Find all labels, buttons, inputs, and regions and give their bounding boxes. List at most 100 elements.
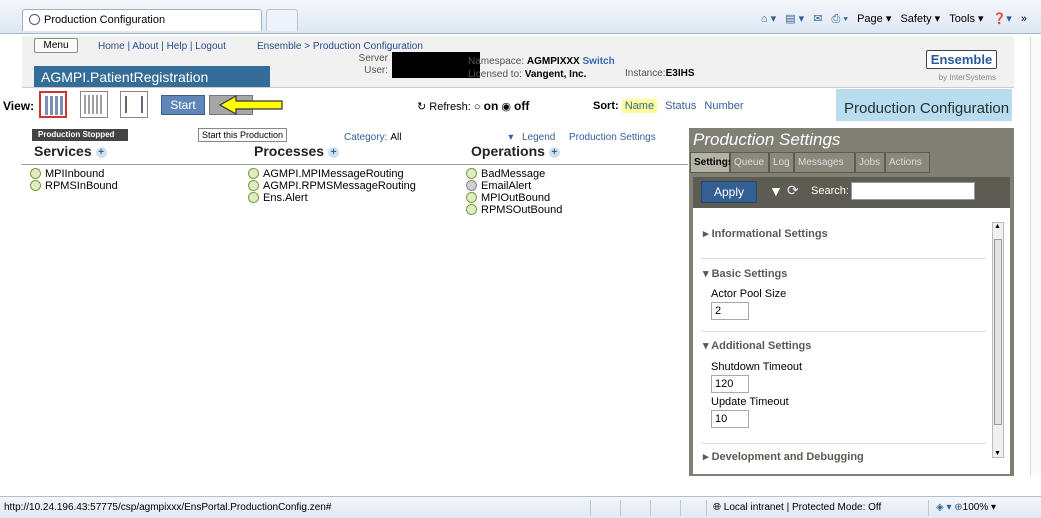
menu-button[interactable]: Menu <box>34 38 78 53</box>
refresh-settings-icon[interactable]: ⟳ <box>787 182 799 199</box>
status-dot-icon <box>466 180 477 191</box>
process-item[interactable]: AGMPI.RPMSMessageRouting <box>248 180 416 192</box>
sort-number-link[interactable]: Number <box>704 100 743 112</box>
settings-panel: Production Settings Settings Queue Log M… <box>689 128 1014 476</box>
actor-pool-size-field[interactable]: 2 <box>711 302 749 320</box>
production-status-badge: Production Stopped <box>32 129 128 141</box>
sort-status-link[interactable]: Status <box>665 100 696 112</box>
view-columns-icon[interactable] <box>39 91 67 118</box>
category-filter: Category: All ▾ <box>344 132 513 143</box>
new-tab-button[interactable] <box>266 9 298 31</box>
add-process-icon[interactable]: + <box>328 147 340 158</box>
instance-label: Instance: <box>625 68 666 79</box>
process-item[interactable]: AGMPI.MPIMessageRouting <box>248 168 404 180</box>
portal-header: Menu Home | About | Help | Logout Ensemb… <box>22 36 1014 88</box>
operation-item[interactable]: MPIOutBound <box>466 192 550 204</box>
licensed-value: Vangent, Inc. <box>524 69 587 80</box>
status-dot-icon <box>466 204 477 215</box>
toolbar: View: Start ↻ Refresh: ○ on ◉ off Sort: … <box>0 89 1014 121</box>
tools-menu[interactable]: Tools ▾ <box>949 13 983 25</box>
services-heading: Services + <box>34 143 107 159</box>
page-icon <box>29 14 40 25</box>
divider <box>590 500 591 516</box>
refresh-off-label: off <box>514 99 530 113</box>
category-label: Category: <box>344 132 388 143</box>
actor-pool-size-label: Actor Pool Size <box>711 288 787 300</box>
sort-control: Sort: Name Status Number <box>593 99 744 113</box>
sort-name-link[interactable]: Name <box>621 99 658 113</box>
shutdown-timeout-field[interactable]: 120 <box>711 375 749 393</box>
refresh-icon[interactable]: ↻ <box>417 101 426 113</box>
page-menu[interactable]: Page ▾ <box>857 13 891 25</box>
tab-messages[interactable]: Messages <box>794 152 855 173</box>
scroll-up-icon[interactable]: ▲ <box>994 223 1001 230</box>
security-icon: ◈ ▾ <box>936 502 952 513</box>
search-input[interactable] <box>851 182 975 200</box>
home-icon[interactable]: ⌂ ▾ <box>761 13 776 25</box>
ensemble-logo: Ensemble <box>926 50 997 69</box>
zoom-control[interactable]: ◈ ▾ ⊕100% ▾ <box>936 502 996 513</box>
operation-item[interactable]: RPMSOutBound <box>466 204 562 216</box>
instance-info: Instance:E3IHS <box>625 68 695 79</box>
feeds-icon[interactable]: ▤ ▾ <box>785 13 804 25</box>
update-timeout-field[interactable]: 10 <box>711 410 749 428</box>
tab-log[interactable]: Log <box>769 152 794 173</box>
operation-item[interactable]: BadMessage <box>466 168 545 180</box>
section-additional[interactable]: ▾ Additional Settings <box>703 339 811 352</box>
operations-heading: Operations + <box>471 143 560 159</box>
refresh-off-radio[interactable]: ◉ <box>501 101 511 113</box>
top-links[interactable]: Home | About | Help | Logout <box>98 41 226 52</box>
add-service-icon[interactable]: + <box>95 147 107 158</box>
chevron-down-icon[interactable]: ▾ <box>508 132 513 143</box>
production-settings-link[interactable]: Production Settings <box>569 132 656 143</box>
section-informational[interactable]: ▸ Informational Settings <box>703 227 828 240</box>
brand-subtitle: by InterSystems <box>938 73 996 82</box>
more-commands-icon[interactable]: » <box>1021 13 1027 25</box>
legend-link[interactable]: Legend <box>522 132 555 143</box>
tab-queue[interactable]: Queue <box>730 152 769 173</box>
tab-actions[interactable]: Actions <box>885 152 930 173</box>
filter-icon[interactable]: ▼ <box>769 183 783 199</box>
namespace-info: Namespace: AGMPIXXX Switch Licensed to: … <box>468 55 615 81</box>
tab-jobs[interactable]: Jobs <box>855 152 885 173</box>
safety-menu[interactable]: Safety ▾ <box>900 13 940 25</box>
browser-tab[interactable]: Production Configuration <box>22 9 262 31</box>
help-icon[interactable]: ❓▾ <box>993 13 1012 25</box>
add-operation-icon[interactable]: + <box>548 147 560 158</box>
scroll-down-icon[interactable]: ▼ <box>994 450 1001 457</box>
section-basic[interactable]: ▾ Basic Settings <box>703 267 787 280</box>
server-label: Server <box>358 53 388 64</box>
divider <box>650 500 651 516</box>
category-select[interactable]: All <box>390 132 508 143</box>
security-zone[interactable]: 🌐︎ Local intranet | Protected Mode: Off <box>713 502 881 513</box>
settings-scrollbar[interactable]: ▲ ▼ <box>992 222 1004 458</box>
process-item[interactable]: Ens.Alert <box>248 192 308 204</box>
section-development[interactable]: ▸ Development and Debugging <box>703 450 864 463</box>
search-label: Search: <box>811 185 849 197</box>
service-item[interactable]: RPMSInBound <box>30 180 118 192</box>
switch-link[interactable]: Switch <box>583 56 615 67</box>
divider <box>701 331 986 332</box>
apply-button[interactable]: Apply <box>701 181 757 203</box>
apply-bar: Apply ▼ ⟳ Search: <box>693 177 1010 208</box>
command-bar: ⌂ ▾ ▤ ▾ ✉ ⎙ ▾ Page ▾ Safety ▾ Tools ▾ ❓▾… <box>755 12 1027 26</box>
divider <box>620 500 621 516</box>
tab-settings[interactable]: Settings <box>690 152 733 173</box>
page-scrollbar[interactable] <box>1030 36 1041 476</box>
settings-body: ▸ Informational Settings ▾ Basic Setting… <box>693 208 1010 474</box>
scroll-thumb[interactable] <box>994 239 1002 425</box>
start-button[interactable]: Start <box>161 95 205 115</box>
view-grid-icon[interactable] <box>80 91 108 118</box>
licensed-label: Licensed to: <box>468 69 522 80</box>
service-item[interactable]: MPIInbound <box>30 168 104 180</box>
operation-item[interactable]: EmailAlert <box>466 180 531 192</box>
arrow-pointer-icon <box>218 95 283 115</box>
mail-icon[interactable]: ✉ <box>813 13 822 25</box>
server-user-labels: Server User: <box>344 53 388 77</box>
status-dot-icon <box>466 168 477 179</box>
refresh-on-radio[interactable]: ○ <box>474 101 481 113</box>
breadcrumb[interactable]: Ensemble > Production Configuration <box>257 41 423 52</box>
divider <box>701 258 986 259</box>
print-icon[interactable]: ⎙ ▾ <box>832 13 848 25</box>
view-split-icon[interactable] <box>120 91 148 118</box>
